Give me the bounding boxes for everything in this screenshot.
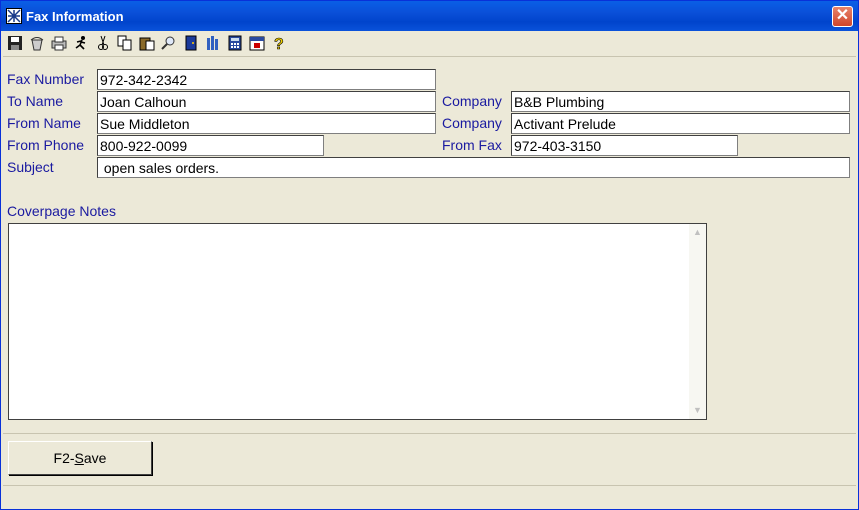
help-icon[interactable]: ? (268, 32, 289, 54)
clear-icon[interactable] (26, 32, 47, 54)
from-name-label: From Name (7, 115, 81, 131)
to-company-field[interactable] (511, 91, 850, 112)
save-button-accelerator: S (74, 450, 84, 466)
scroll-down-icon[interactable]: ▼ (690, 403, 705, 418)
paste-icon[interactable] (136, 32, 157, 54)
app-icon (6, 8, 22, 24)
run-icon[interactable] (70, 32, 91, 54)
scroll-up-icon[interactable]: ▲ (690, 225, 705, 240)
to-name-label: To Name (7, 93, 64, 109)
from-company-field[interactable] (511, 113, 850, 134)
toolbar: ? (4, 32, 290, 56)
to-company-label: Company (442, 93, 502, 109)
from-fax-field[interactable] (511, 135, 738, 156)
print-icon[interactable] (48, 32, 69, 54)
cut-icon[interactable] (92, 32, 113, 54)
coverpage-notes-label: Coverpage Notes (7, 203, 116, 219)
calendar-icon[interactable] (246, 32, 267, 54)
calculator-icon[interactable] (224, 32, 245, 54)
copy-icon[interactable] (114, 32, 135, 54)
from-company-label: Company (442, 115, 502, 131)
svg-text:?: ? (274, 36, 284, 51)
status-divider (3, 485, 856, 486)
notes-scrollbar[interactable]: ▲ ▼ (689, 224, 706, 419)
toolbar-separator (3, 56, 856, 57)
from-phone-field[interactable] (97, 135, 324, 156)
subject-field[interactable] (97, 157, 850, 178)
exit-door-icon[interactable] (180, 32, 201, 54)
to-name-field[interactable] (97, 91, 436, 112)
fax-number-label: Fax Number (7, 71, 85, 87)
divider (3, 433, 856, 434)
find-icon[interactable] (158, 32, 179, 54)
save-button[interactable]: F2-Save (8, 441, 152, 475)
subject-label: Subject (7, 159, 54, 175)
fax-number-field[interactable] (97, 69, 436, 90)
from-fax-label: From Fax (442, 137, 502, 153)
title-bar[interactable]: Fax Information ✕ (1, 1, 858, 31)
tools-icon[interactable] (202, 32, 223, 54)
close-button[interactable]: ✕ (832, 6, 853, 27)
save-button-prefix: F2- (53, 450, 75, 466)
save-icon[interactable] (4, 32, 25, 54)
coverpage-notes-textarea[interactable]: ▲ ▼ (8, 223, 707, 420)
from-phone-label: From Phone (7, 137, 85, 153)
window-title: Fax Information (26, 9, 124, 24)
from-name-field[interactable] (97, 113, 436, 134)
fax-information-window: Fax Information ✕ ? Fax Number To Name C… (0, 0, 859, 510)
save-button-suffix: ave (83, 450, 107, 466)
